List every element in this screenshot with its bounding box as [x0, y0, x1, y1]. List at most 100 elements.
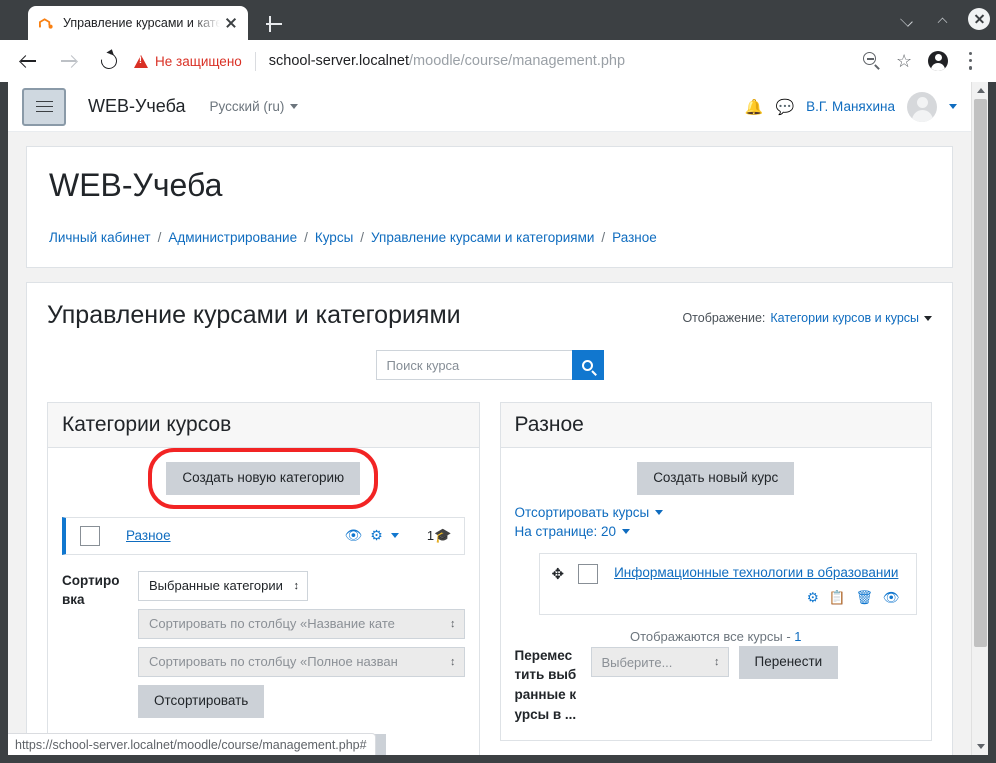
breadcrumb-item-3[interactable]: Управление курсами и категориями [371, 230, 594, 245]
per-page-label: На странице: 20 [514, 523, 617, 539]
eye-icon[interactable]: 👁 [883, 590, 900, 606]
caret-down-icon [290, 104, 299, 109]
move-courses-controls: Выберите... ↕ Перенести [577, 645, 918, 679]
breadcrumb-item-2[interactable]: Курсы [315, 230, 353, 245]
new-tab-button[interactable] [262, 12, 286, 36]
create-new-course-button[interactable]: Создать новый курс [637, 462, 795, 495]
moodle-navbar: WEB-Учеба Русский (ru) 🔔 💬 В.Г. Маняхина [8, 82, 971, 132]
security-indicator[interactable]: Не защищено [134, 54, 242, 69]
select-arrows-icon: ↕ [450, 655, 456, 668]
reload-button[interactable] [92, 44, 126, 78]
gear-icon[interactable]: ⚙ [370, 527, 383, 544]
minimize-icon[interactable] [896, 8, 918, 30]
move-courses-label: Переместить выбранные курсы в ... [514, 647, 577, 722]
browser-tab[interactable]: Управление курсами и катего [28, 6, 248, 40]
categories-panel-title: Категории курсов [48, 403, 479, 448]
view-mode-value[interactable]: Категории курсов и курсы [770, 311, 919, 325]
forward-icon [61, 55, 76, 67]
table-row[interactable]: Разное 👁 ⚙ 1 🎓 [62, 516, 465, 555]
url-text: school-server.localnet/moodle/course/man… [269, 53, 625, 69]
breadcrumb-separator: / [360, 230, 365, 245]
user-menu-caret-icon[interactable] [949, 104, 957, 109]
courses-showing-text: Отображаются все курсы - 1 [515, 629, 918, 644]
view-mode-selector[interactable]: Отображение: Категории курсов и курсы [682, 301, 932, 325]
select-arrows-icon: ↕ [450, 617, 456, 630]
eye-icon[interactable]: 👁 [344, 527, 362, 544]
bookmark-button[interactable]: ☆ [890, 46, 920, 76]
close-icon[interactable] [222, 14, 240, 32]
caret-down-icon [924, 315, 932, 321]
maximize-icon[interactable] [932, 8, 954, 30]
breadcrumb-item-4[interactable]: Разное [612, 230, 657, 245]
move-courses-apply-button[interactable]: Перенести [738, 645, 839, 679]
search-button[interactable] [571, 350, 604, 380]
section-title: Управление курсами и категориями [47, 301, 461, 329]
search-icon [582, 359, 593, 371]
scroll-up-icon[interactable] [972, 82, 988, 99]
vertical-scrollbar[interactable] [971, 82, 988, 755]
create-category-highlight: Создать новую категорию [148, 448, 379, 509]
trash-icon[interactable]: 🗑 [856, 590, 873, 606]
sort-field-1-value: Сортировать по столбцу «Название кате [149, 616, 395, 632]
scrollbar-thumb[interactable] [974, 99, 987, 647]
category-sort-form: Сортировка Выбранные категории ↕ Сортиро… [62, 570, 465, 718]
bell-icon[interactable]: 🔔 [745, 98, 764, 116]
scroll-down-icon[interactable] [972, 738, 988, 755]
back-button[interactable] [12, 44, 46, 78]
category-actions: 👁 ⚙ 1 🎓 [344, 527, 451, 544]
close-window-icon[interactable] [968, 8, 990, 30]
sort-apply-button[interactable]: Отсортировать [138, 684, 265, 718]
search-input[interactable] [375, 350, 572, 380]
sort-field-2-value: Сортировать по столбцу «Полное назван [149, 654, 398, 670]
caret-down-icon[interactable] [390, 533, 399, 539]
address-bar[interactable]: Не защищено school-server.localnet/moodl… [134, 40, 857, 82]
zoom-out-button[interactable] [857, 46, 887, 76]
browser-window: Управление курсами и катего Не защищено … [0, 0, 996, 763]
course-count-value: 1 [426, 528, 435, 544]
forward-button[interactable] [52, 44, 86, 78]
divider [254, 51, 256, 71]
profile-button[interactable] [923, 46, 953, 76]
list-item[interactable]: ✥ Информационные технологии в образовани… [552, 563, 905, 584]
warning-triangle-icon [134, 54, 148, 68]
breadcrumb-item-1[interactable]: Администрирование [168, 230, 297, 245]
move-courses-target-select[interactable]: Выберите... ↕ [590, 647, 729, 678]
course-checkbox[interactable] [578, 563, 599, 584]
course-management-card: Управление курсами и категориями Отображ… [26, 282, 953, 755]
avatar[interactable] [907, 91, 937, 122]
hamburger-icon [35, 105, 53, 108]
user-name[interactable]: В.Г. Маняхина [806, 99, 895, 114]
sort-field-1-select[interactable]: Сортировать по столбцу «Название кате ↕ [138, 608, 465, 639]
browser-menu-button[interactable] [956, 46, 986, 76]
security-label: Не защищено [155, 53, 242, 69]
management-columns: Категории курсов Создать новую категорию [47, 402, 932, 755]
view-mode-label: Отображение: [682, 311, 766, 325]
breadcrumb-item-0[interactable]: Личный кабинет [49, 230, 151, 245]
page-viewport: WEB-Учеба Русский (ru) 🔔 💬 В.Г. Маняхина… [8, 82, 988, 755]
sort-controls: Выбранные категории ↕ Сортировать по сто… [124, 570, 465, 718]
per-page-menu[interactable]: На странице: 20 [515, 524, 918, 539]
course-name-link[interactable]: Информационные технологии в образовании [614, 564, 898, 582]
site-brand[interactable]: WEB-Учеба [88, 96, 186, 117]
caret-down-icon [655, 509, 664, 515]
breadcrumb-separator: / [157, 230, 162, 245]
gear-icon[interactable]: ⚙ [807, 590, 819, 606]
chat-bubble-icon[interactable]: 💬 [775, 98, 794, 116]
sort-scope-select[interactable]: Выбранные категории ↕ [138, 570, 308, 601]
language-menu[interactable]: Русский (ru) [210, 99, 299, 114]
category-name-link[interactable]: Разное [126, 528, 171, 543]
nav-drawer-toggle[interactable] [22, 87, 66, 126]
category-checkbox[interactable] [80, 525, 100, 546]
course-search-row [47, 350, 932, 380]
create-new-category-button[interactable]: Создать новую категорию [166, 462, 361, 495]
page-title: WEB-Учеба [49, 167, 223, 203]
sort-field-2-select[interactable]: Сортировать по столбцу «Полное назван ↕ [138, 646, 465, 677]
courses-panel: Разное Создать новый курс Отсортировать … [499, 402, 932, 742]
course-list: ✥ Информационные технологии в образовани… [538, 552, 917, 615]
star-icon: ☆ [896, 51, 913, 71]
move-arrows-icon[interactable]: ✥ [552, 565, 565, 583]
categories-panel-body: Создать новую категорию Разное 👁 ⚙ 1 🎓 С… [48, 448, 479, 755]
url-host: school-server.localnet [268, 53, 410, 69]
copy-icon[interactable]: 📋 [829, 590, 846, 606]
sort-courses-menu[interactable]: Отсортировать курсы [515, 505, 918, 520]
